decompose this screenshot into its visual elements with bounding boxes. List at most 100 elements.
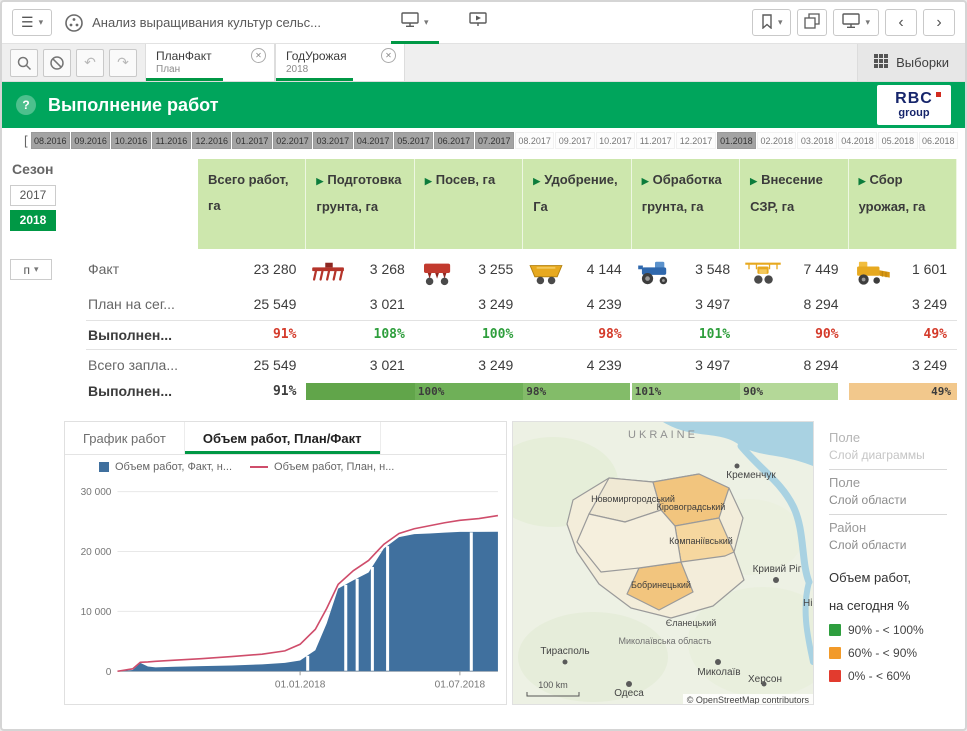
timeline-month-cell[interactable]: 03.2017 [313, 132, 352, 149]
timeline-month-cell[interactable]: 03.2018 [797, 132, 836, 149]
timeline-month-cell[interactable]: 10.2016 [111, 132, 150, 149]
logo-subtext: group [898, 108, 929, 119]
selections-button[interactable]: Выборки [857, 44, 965, 81]
timeline-month-cell[interactable]: 02.2017 [273, 132, 312, 149]
filter-chip[interactable]: ГодУрожая✕2018 [275, 44, 405, 81]
percent-cell: 98% [523, 320, 631, 350]
bar-cell: 101% [632, 381, 740, 402]
step-forward-icon[interactable]: ↷ [109, 49, 137, 77]
chart-tab[interactable]: График работ [65, 422, 185, 454]
pivot-column-header[interactable]: ▶ Посев, га [415, 159, 523, 249]
percent-cell: 100% [415, 320, 523, 350]
layer-group[interactable]: РайонСлой области [829, 515, 947, 559]
map-label-kremenchuk: Кременчук [726, 470, 776, 481]
mini-filter-button[interactable]: п ▾ [10, 259, 52, 280]
duplicate-button[interactable] [797, 9, 827, 36]
timeline-month-cell[interactable]: 09.2017 [555, 132, 594, 149]
timeline-month-cell[interactable]: 07.2017 [475, 132, 514, 149]
season-option[interactable]: 2017 [10, 185, 56, 206]
map-label-odesa: Одеса [614, 688, 644, 699]
column-header-label: Посев, га [436, 172, 495, 187]
timeline-month-cell[interactable]: 04.2018 [838, 132, 877, 149]
pivot-column-header[interactable]: ▶Удобрение, Га [523, 159, 631, 249]
timeline-month-cell[interactable]: 05.2017 [394, 132, 433, 149]
volume-chart[interactable]: 010 00020 00030 00001.01.201801.07.2018 [65, 475, 506, 704]
pivot-column-header[interactable]: ▶Внесение СЗР, га [740, 159, 848, 249]
timeline-month-cell[interactable]: 05.2018 [878, 132, 917, 149]
pivot-column-header[interactable]: ▶Подготовка грунта, га [306, 159, 414, 249]
expand-icon[interactable]: ▶ [425, 176, 432, 186]
legend-color-swatch [829, 624, 841, 636]
timeline: [ 08.201609.201610.201611.201612.201601.… [2, 128, 965, 151]
expand-icon[interactable]: ▶ [750, 176, 757, 186]
menu-button[interactable]: ☰ ▾ [12, 9, 52, 36]
close-icon[interactable]: ✕ [381, 48, 396, 63]
app-title: Анализ выращивания культур сельс... [92, 15, 321, 30]
value-cell: 8 294 [740, 350, 848, 381]
chart-tab[interactable]: Объем работ, План/Факт [185, 422, 381, 454]
pivot-column-header[interactable]: Всего работ, га [198, 159, 306, 249]
timeline-month-cell[interactable]: 12.2016 [192, 132, 231, 149]
monitor-icon [401, 12, 419, 33]
timeline-month-cell[interactable]: 12.2017 [676, 132, 715, 149]
expand-icon[interactable]: ▶ [642, 176, 649, 186]
season-label: Сезон [12, 161, 74, 177]
timeline-month-cell[interactable]: 09.2016 [71, 132, 110, 149]
season-option[interactable]: 2018 [10, 210, 56, 231]
help-icon[interactable]: ? [16, 95, 36, 115]
row-label: План на сег... [86, 289, 198, 320]
filter-chip[interactable]: ПланФакт✕План [145, 44, 275, 81]
chart-tabs: График работОбъем работ, План/Факт [65, 422, 506, 455]
value-cell: 25 549 [198, 289, 306, 320]
region-map[interactable]: UKRAINEКременчукНовомиргородськийКіровог… [513, 422, 813, 705]
map-panel[interactable]: UKRAINEКременчукНовомиргородськийКіровог… [512, 421, 814, 705]
map-scale-label: 100 km [538, 680, 568, 690]
bar-value: 98% [526, 381, 546, 402]
pivot-column-header[interactable]: ▶Сбор урожая, га [849, 159, 957, 249]
timeline-month-cell[interactable]: 08.2016 [31, 132, 70, 149]
prev-sheet-button[interactable]: ‹ [885, 9, 917, 36]
bookmark-button[interactable]: ▾ [752, 9, 792, 36]
sheet-title: Выполнение работ [48, 95, 219, 116]
svg-text:20 000: 20 000 [81, 547, 112, 558]
value-cell: 3 497 [632, 350, 740, 381]
timeline-month-cell[interactable]: 06.2017 [434, 132, 473, 149]
timeline-month-cell[interactable]: 01.2018 [717, 132, 756, 149]
present-button[interactable] [449, 2, 507, 44]
expand-icon[interactable]: ▶ [859, 176, 866, 186]
current-selections: ПланФакт✕ПланГодУрожая✕2018 [145, 44, 405, 81]
selections-tool-icon[interactable] [10, 49, 38, 77]
close-icon[interactable]: ✕ [251, 48, 266, 63]
timeline-month-cell[interactable]: 10.2017 [596, 132, 635, 149]
timeline-month-cell[interactable]: 01.2017 [232, 132, 271, 149]
caret-down-icon: ▾ [865, 17, 870, 28]
timeline-month-cell[interactable]: 04.2017 [354, 132, 393, 149]
value-cell: 3 249 [415, 350, 523, 381]
expand-icon[interactable]: ▶ [533, 176, 540, 186]
step-back-icon[interactable]: ↶ [76, 49, 104, 77]
percent-cell: 49% [849, 320, 957, 350]
clear-selections-icon[interactable] [43, 49, 71, 77]
timeline-month-cell[interactable]: 08.2017 [515, 132, 554, 149]
timeline-month-cell[interactable]: 02.2018 [757, 132, 796, 149]
layer-name: Слой области [829, 538, 947, 552]
pivot-column-header[interactable]: ▶Обработка грунта, га [632, 159, 740, 249]
timeline-month-cell[interactable]: 06.2018 [919, 132, 958, 149]
next-sheet-button[interactable]: › [923, 9, 955, 36]
sheet-list-button[interactable]: ▾ [833, 9, 879, 36]
filter-value: 2018 [286, 64, 396, 75]
timeline-edge: [ [24, 133, 28, 148]
layer-group[interactable]: ПолеСлой области [829, 470, 947, 515]
value-cell: 3 249 [849, 350, 957, 381]
expand-icon[interactable]: ▶ [316, 176, 323, 186]
bar-value: 91% [198, 381, 306, 402]
sheets-button[interactable]: ▾ [381, 2, 449, 44]
map-attribution[interactable]: © OpenStreetMap contributors [687, 695, 810, 705]
layer-group[interactable]: ПолеСлой диаграммы [829, 425, 947, 470]
timeline-month-cell[interactable]: 11.2017 [636, 132, 675, 149]
selections-label: Выборки [896, 55, 949, 70]
timeline-month-cell[interactable]: 11.2016 [152, 132, 191, 149]
caret-down-icon: ▾ [34, 264, 39, 275]
layer-name: Слой диаграммы [829, 448, 947, 462]
svg-text:01.01.2018: 01.01.2018 [275, 679, 326, 690]
